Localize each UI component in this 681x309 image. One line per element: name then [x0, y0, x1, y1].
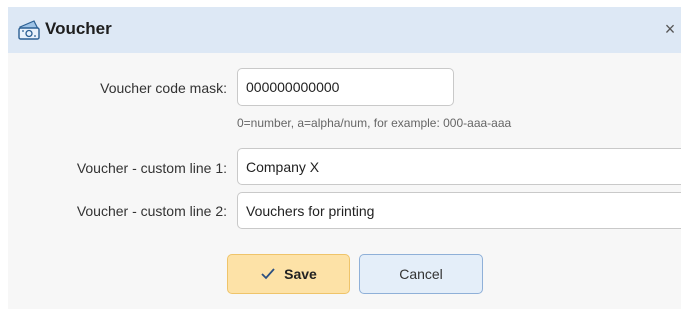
- voucher-code-mask-label: Voucher code mask:: [100, 80, 227, 96]
- voucher-ticket-icon: [17, 19, 41, 41]
- voucher-code-mask-hint: 0=number, a=alpha/num, for example: 000-…: [237, 116, 512, 130]
- dialog-titlebar: Voucher ×: [8, 7, 681, 53]
- voucher-dialog: Voucher × Voucher code mask: 0=number, a…: [8, 7, 681, 309]
- close-icon[interactable]: ×: [659, 17, 681, 41]
- custom-line-2-label: Voucher - custom line 2:: [76, 203, 227, 219]
- voucher-code-mask-input[interactable]: [237, 68, 454, 106]
- custom-line-2-input[interactable]: [237, 192, 681, 229]
- custom-line-1-input[interactable]: [237, 148, 681, 185]
- cancel-button-label: Cancel: [399, 266, 443, 282]
- custom-line-1-label: Voucher - custom line 1:: [76, 160, 227, 176]
- checkmark-icon: [260, 267, 276, 281]
- save-button-label: Save: [284, 266, 317, 282]
- cancel-button[interactable]: Cancel: [359, 254, 483, 294]
- save-button[interactable]: Save: [227, 254, 350, 294]
- dialog-title: Voucher: [45, 19, 112, 38]
